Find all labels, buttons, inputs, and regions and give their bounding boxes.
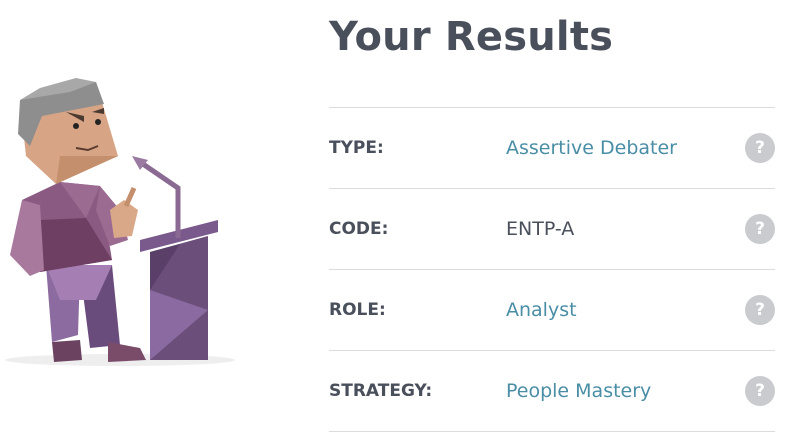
debater-illustration: [0, 60, 260, 380]
result-label: STRATEGY:: [329, 381, 433, 401]
type-link[interactable]: Assertive Debater: [506, 137, 775, 159]
result-row-role: ROLE: Analyst ?: [329, 270, 775, 351]
results-page: Your Results TYPE: Assertive Debater ? C…: [0, 0, 800, 437]
results-list: TYPE: Assertive Debater ? CODE: ENTP-A ?…: [329, 107, 775, 432]
result-label: CODE:: [329, 219, 389, 239]
results-panel: Your Results TYPE: Assertive Debater ? C…: [329, 0, 775, 432]
code-value: ENTP-A: [506, 218, 575, 240]
role-link[interactable]: Analyst: [506, 299, 775, 321]
help-icon[interactable]: ?: [745, 133, 775, 163]
debater-at-podium-icon: [5, 78, 235, 366]
result-label: ROLE:: [329, 300, 386, 320]
page-title: Your Results: [329, 14, 614, 60]
result-label: TYPE:: [329, 138, 384, 158]
strategy-link[interactable]: People Mastery: [506, 380, 775, 402]
result-row-code: CODE: ENTP-A ?: [329, 189, 775, 270]
help-icon[interactable]: ?: [745, 214, 775, 244]
help-icon[interactable]: ?: [745, 295, 775, 325]
result-row-type: TYPE: Assertive Debater ?: [329, 108, 775, 189]
result-row-strategy: STRATEGY: People Mastery ?: [329, 351, 775, 432]
help-icon[interactable]: ?: [745, 376, 775, 406]
